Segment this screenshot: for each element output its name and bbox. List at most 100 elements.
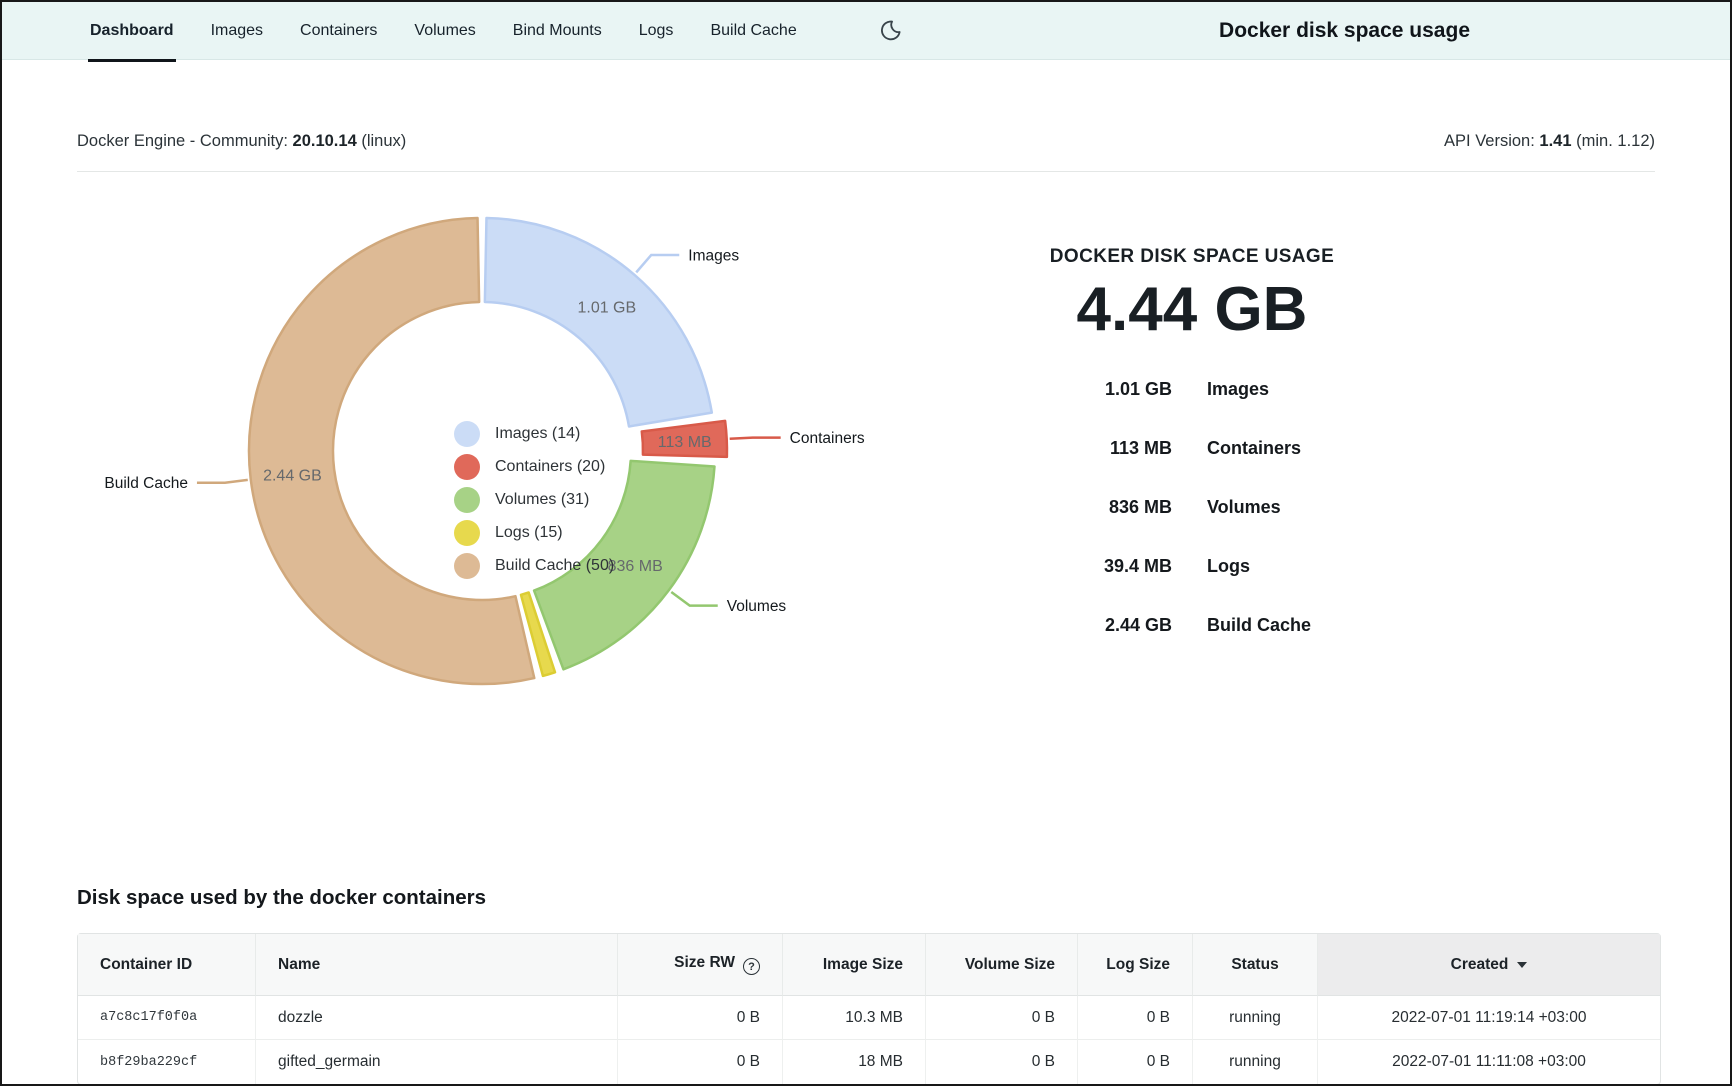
table-heading: Disk space used by the docker containers [77, 884, 1655, 912]
dark-mode-toggle[interactable] [879, 2, 902, 59]
tab-logs[interactable]: Logs [639, 2, 674, 59]
api-prefix: API Version: [1444, 132, 1535, 150]
callout-label-containers: Containers [790, 430, 865, 447]
stat-label-build-cache: Build Cache [1207, 615, 1402, 636]
stat-value-containers: 113 MB [1042, 438, 1172, 459]
usage-total-value: 4.44 GB [1042, 274, 1342, 346]
legend-label: Build Cache (50) [495, 557, 614, 575]
legend-item-volumes[interactable]: Volumes (31) [454, 483, 614, 516]
tab-bind-mounts[interactable]: Bind Mounts [513, 2, 602, 59]
api-version-info: API Version: 1.41 (min. 1.12) [1444, 132, 1655, 151]
column-header-label: Created [1451, 956, 1509, 973]
table-header-row: Container ID Name Size RW? Image Size Volume… [78, 934, 1660, 996]
cell-status: running [1193, 996, 1318, 1040]
legend-bullet-icon [454, 421, 480, 447]
tab-build-cache[interactable]: Build Cache [710, 2, 796, 59]
cell-created: 2022-07-01 11:11:08 +03:00 [1318, 1040, 1660, 1084]
column-header-label: Image Size [823, 956, 903, 973]
cell-log-size: 0 B [1078, 996, 1193, 1040]
stat-value-volumes: 836 MB [1042, 497, 1172, 518]
callout-line [636, 255, 679, 272]
legend-item-containers[interactable]: Containers (20) [454, 450, 614, 483]
tab-images[interactable]: Images [211, 2, 263, 59]
legend-label: Containers (20) [495, 458, 605, 476]
column-header-label: Container ID [100, 956, 192, 973]
cell-name: gifted_germain [256, 1040, 618, 1084]
stat-value-images: 1.01 GB [1042, 379, 1172, 400]
column-header-status[interactable]: Status [1193, 934, 1318, 996]
usage-stats-list: 1.01 GB Images 113 MB Containers 836 MB Volum… [1042, 360, 1402, 655]
column-header-name[interactable]: Name [256, 934, 618, 996]
table-row[interactable]: a7c8c17f0f0adozzle0 B10.3 MB0 B0 Brunnin… [78, 996, 1660, 1040]
usage-summary-title: DOCKER DISK SPACE USAGE [1042, 246, 1342, 268]
engine-platform: (linux) [361, 132, 406, 150]
stat-label-images: Images [1207, 379, 1402, 400]
engine-info: Docker Engine - Community: 20.10.14 (lin… [77, 132, 406, 151]
cell-size-rw: 0 B [618, 996, 783, 1040]
engine-info-row: Docker Engine - Community: 20.10.14 (lin… [77, 60, 1655, 171]
stat-label-logs: Logs [1207, 556, 1402, 577]
moon-icon [879, 19, 902, 42]
api-min: (min. 1.12) [1576, 132, 1655, 150]
stat-value-logs: 39.4 MB [1042, 556, 1172, 577]
legend-label: Volumes (31) [495, 491, 589, 509]
legend-bullet-icon [454, 487, 480, 513]
column-header-label: Size RW [674, 954, 735, 971]
segment-value-label: 836 MB [608, 558, 663, 575]
donut-segment-images[interactable] [485, 218, 712, 426]
app-window: Dashboard Images Containers Volumes Bind Mou… [0, 0, 1732, 1086]
callout-label-build-cache: Build Cache [104, 475, 188, 492]
column-header-created[interactable]: Created [1318, 934, 1660, 996]
callout-line [197, 480, 248, 483]
cell-container-id: a7c8c17f0f0a [78, 996, 256, 1040]
legend-item-build-cache[interactable]: Build Cache (50) [454, 549, 614, 582]
table-body: a7c8c17f0f0adozzle0 B10.3 MB0 B0 Brunnin… [78, 996, 1660, 1084]
column-header-label: Volume Size [965, 956, 1055, 973]
sort-descending-icon [1517, 962, 1527, 968]
column-header-size-rw[interactable]: Size RW? [618, 934, 783, 996]
tab-volumes[interactable]: Volumes [414, 2, 475, 59]
segment-value-label: 2.44 GB [263, 467, 322, 484]
legend-bullet-icon [454, 454, 480, 480]
cell-image-size: 10.3 MB [783, 996, 926, 1040]
table-row[interactable]: b8f29ba229cfgifted_germain0 B18 MB0 B0 B… [78, 1040, 1660, 1084]
engine-version: 20.10.14 [293, 132, 357, 150]
chart-legend: Images (14) Containers (20) Volumes (31) Lo… [454, 417, 614, 582]
tab-dashboard[interactable]: Dashboard [90, 2, 174, 59]
app-title: Docker disk space usage [1219, 2, 1470, 59]
cell-status: running [1193, 1040, 1318, 1084]
cell-created: 2022-07-01 11:19:14 +03:00 [1318, 996, 1660, 1040]
legend-label: Logs (15) [495, 524, 563, 542]
containers-table: Container ID Name Size RW? Image Size Volume… [77, 933, 1661, 1085]
top-nav: Dashboard Images Containers Volumes Bind Mou… [2, 2, 1730, 60]
help-icon[interactable]: ? [743, 958, 760, 975]
nav-tabs: Dashboard Images Containers Volumes Bind Mou… [90, 2, 797, 59]
stat-label-containers: Containers [1207, 438, 1402, 459]
legend-bullet-icon [454, 520, 480, 546]
column-header-label: Log Size [1106, 956, 1170, 973]
engine-prefix: Docker Engine - Community: [77, 132, 288, 150]
callout-line [730, 438, 781, 439]
callout-line [671, 592, 717, 606]
column-header-label: Name [278, 956, 320, 973]
api-version: 1.41 [1539, 132, 1571, 150]
legend-label: Images (14) [495, 425, 580, 443]
chart-area: 1.01 GB Images 113 MB Containers 836 MB Volum… [2, 172, 1730, 862]
cell-volume-size: 0 B [926, 996, 1078, 1040]
legend-item-logs[interactable]: Logs (15) [454, 516, 614, 549]
callout-label-images: Images [688, 247, 739, 264]
column-header-container-id[interactable]: Container ID [78, 934, 256, 996]
column-header-log-size[interactable]: Log Size [1078, 934, 1193, 996]
stat-label-volumes: Volumes [1207, 497, 1402, 518]
cell-container-id: b8f29ba229cf [78, 1040, 256, 1084]
callout-label-volumes: Volumes [727, 598, 787, 615]
legend-bullet-icon [454, 553, 480, 579]
cell-volume-size: 0 B [926, 1040, 1078, 1084]
segment-value-label: 1.01 GB [577, 299, 636, 316]
legend-item-images[interactable]: Images (14) [454, 417, 614, 450]
cell-size-rw: 0 B [618, 1040, 783, 1084]
cell-image-size: 18 MB [783, 1040, 926, 1084]
column-header-image-size[interactable]: Image Size [783, 934, 926, 996]
column-header-volume-size[interactable]: Volume Size [926, 934, 1078, 996]
tab-containers[interactable]: Containers [300, 2, 377, 59]
